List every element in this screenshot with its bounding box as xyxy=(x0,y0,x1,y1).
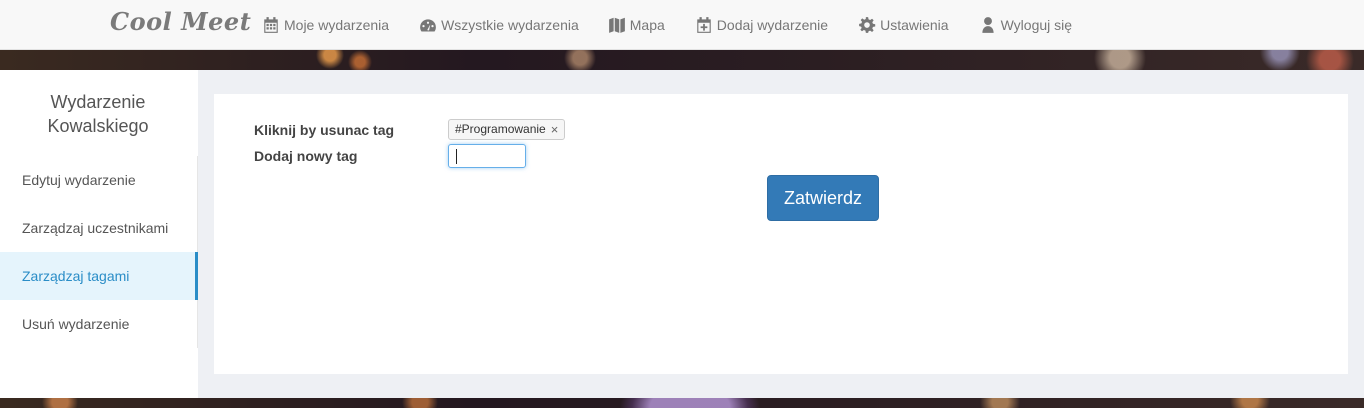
user-icon xyxy=(981,17,994,33)
tags-form-card: Kliknij by usunac tag #Programowanie × D… xyxy=(214,94,1348,374)
nav-item-map[interactable]: Mapa xyxy=(608,16,665,34)
gear-icon xyxy=(859,17,876,33)
sidebar-item-delete-event[interactable]: Usuń wydarzenie xyxy=(0,300,198,348)
add-tag-label: Dodaj nowy tag xyxy=(254,148,358,164)
remove-tag-label: Kliknij by usunac tag xyxy=(254,122,395,138)
sidebar-item-manage-tags[interactable]: Zarządzaj tagami xyxy=(0,252,198,300)
nav-item-label: Ustawienia xyxy=(880,17,949,33)
brand-logo[interactable]: Cool Meet xyxy=(110,7,251,36)
sidebar: Wydarzenie Kowalskiego Edytuj wydarzenie… xyxy=(0,70,198,398)
sidebar-title: Wydarzenie Kowalskiego xyxy=(47,92,149,136)
submit-button[interactable]: Zatwierdz xyxy=(767,175,879,221)
nav-item-settings[interactable]: Ustawienia xyxy=(858,16,949,34)
new-tag-input[interactable] xyxy=(448,144,526,168)
sidebar-menu: Edytuj wydarzenie Zarządzaj uczestnikami… xyxy=(0,156,198,348)
map-icon xyxy=(608,17,625,33)
text-caret xyxy=(456,149,457,164)
calendar-icon xyxy=(264,17,278,33)
nav-item-label: Moje wydarzenia xyxy=(284,17,390,33)
nav-item-all-events[interactable]: Wszystkie wydarzenia xyxy=(419,16,579,34)
tag-chip[interactable]: #Programowanie × xyxy=(448,119,566,140)
nav-item-logout[interactable]: Wyloguj się xyxy=(979,16,1072,34)
nav-item-label: Wszystkie wydarzenia xyxy=(441,17,579,33)
sidebar-item-edit-event[interactable]: Edytuj wydarzenie xyxy=(0,156,198,204)
nav-item-label: Wyloguj się xyxy=(1000,17,1073,33)
navbar: Cool Meet Moje wydarzenia Wszystkie wyda… xyxy=(0,0,1364,50)
sidebar-item-manage-participants[interactable]: Zarządzaj uczestnikami xyxy=(0,204,198,252)
calendar-plus-icon xyxy=(697,17,711,33)
nav-links: Moje wydarzenia Wszystkie wydarzenia Map… xyxy=(262,0,1102,50)
nav-item-label: Dodaj wydarzenie xyxy=(716,17,829,33)
nav-item-my-events[interactable]: Moje wydarzenia xyxy=(262,16,389,34)
tag-chip-label: #Programowanie xyxy=(455,122,546,136)
dashboard-icon xyxy=(420,19,436,32)
nav-item-label: Mapa xyxy=(629,17,665,33)
close-icon[interactable]: × xyxy=(551,120,559,139)
nav-item-add-event[interactable]: Dodaj wydarzenie xyxy=(695,16,828,34)
